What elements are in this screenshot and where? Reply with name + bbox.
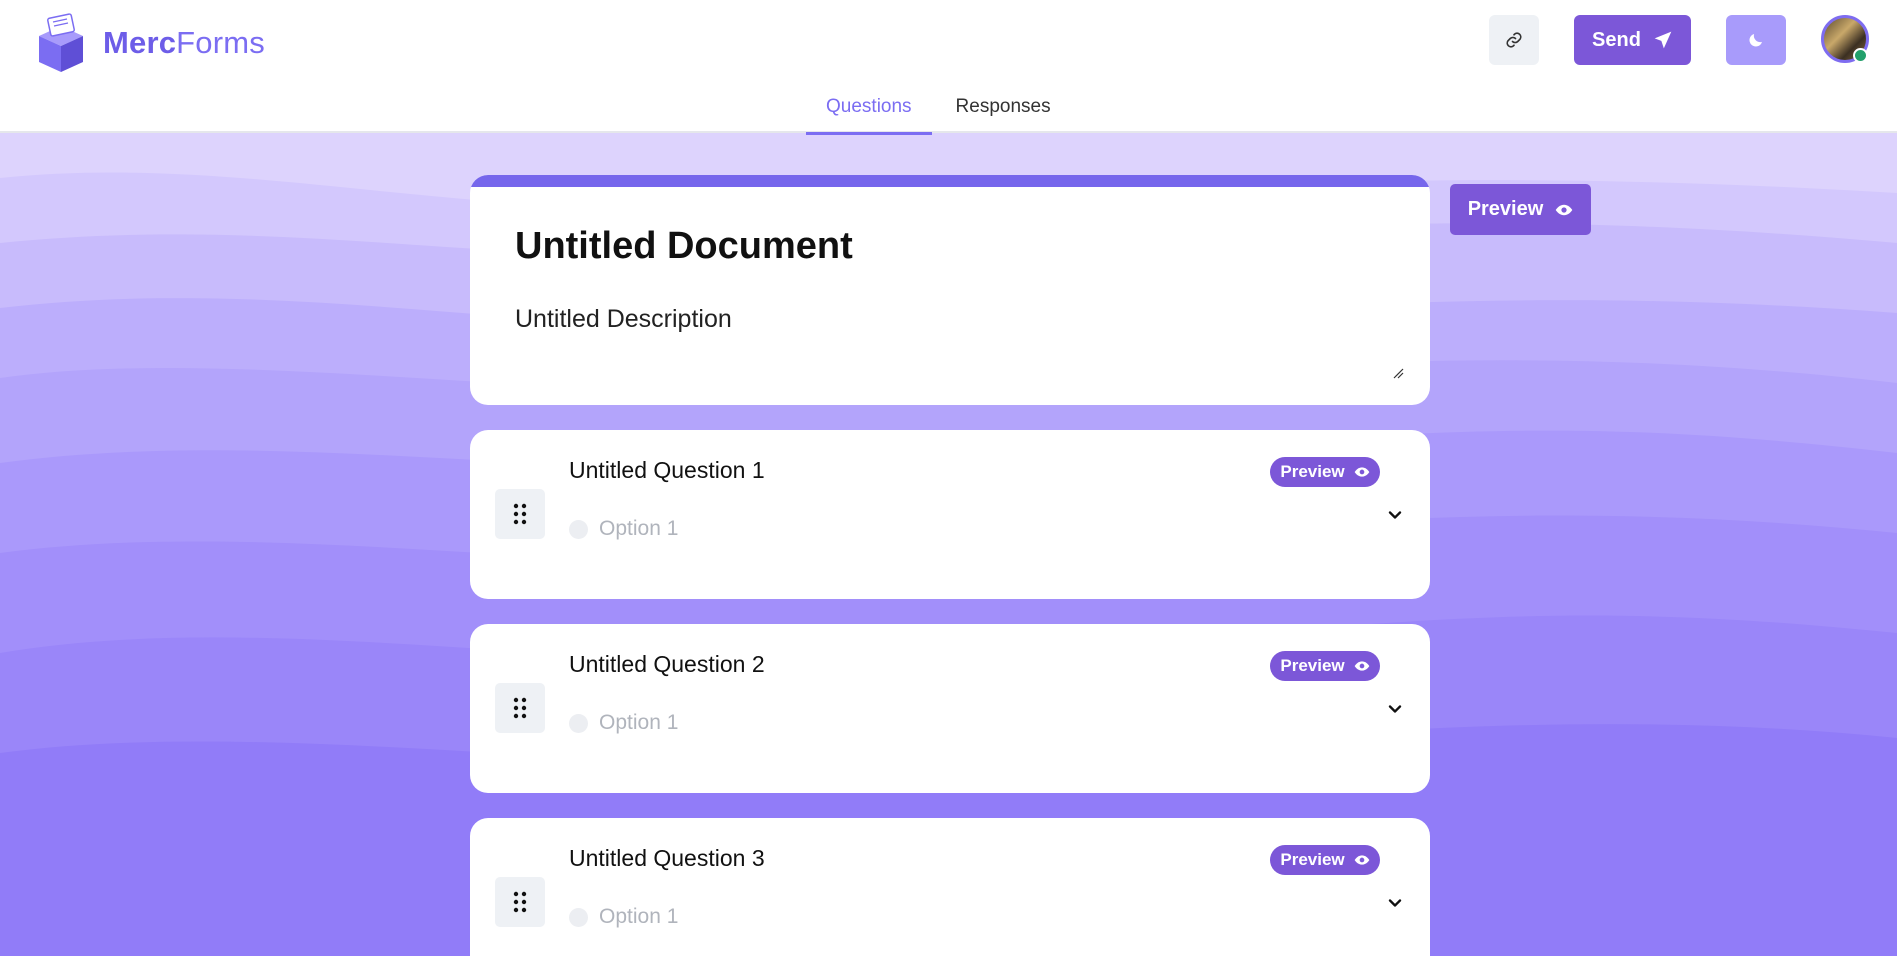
question-title[interactable]: Untitled Question 1 xyxy=(569,457,765,484)
eye-icon xyxy=(1354,467,1369,477)
brand-name: MercForms xyxy=(103,25,265,60)
preview-label: Preview xyxy=(1280,850,1345,869)
tab-responses[interactable]: Responses xyxy=(936,90,1071,135)
drag-handle[interactable] xyxy=(495,877,545,927)
question-option[interactable]: Option 1 xyxy=(569,905,678,929)
question-option[interactable]: Option 1 xyxy=(569,517,678,541)
drag-handle[interactable] xyxy=(495,489,545,539)
preview-button[interactable]: Preview xyxy=(1450,184,1591,235)
grip-dots-icon xyxy=(513,891,527,913)
question-title[interactable]: Untitled Question 2 xyxy=(569,651,765,678)
chevron-down-icon[interactable] xyxy=(1385,699,1405,719)
question-title[interactable]: Untitled Question 3 xyxy=(569,845,765,872)
chevron-down-icon[interactable] xyxy=(1385,893,1405,913)
drag-handle[interactable] xyxy=(495,683,545,733)
form-header-card: Untitled Document Untitled Description xyxy=(470,175,1430,405)
question-card[interactable]: Untitled Question 3 Option 1 Preview xyxy=(470,818,1430,956)
preview-label: Preview xyxy=(1467,198,1544,220)
tab-questions[interactable]: Questions xyxy=(806,90,932,135)
main-tabs: Questions Responses xyxy=(806,90,1071,135)
preview-label: Preview xyxy=(1280,462,1345,481)
option-label: Option 1 xyxy=(599,517,679,540)
send-label: Send xyxy=(1592,28,1641,51)
eye-icon xyxy=(1354,855,1369,865)
brand[interactable]: MercForms xyxy=(33,12,265,74)
preview-label: Preview xyxy=(1280,656,1345,675)
resize-handle-icon[interactable] xyxy=(1392,367,1404,379)
radio-button[interactable] xyxy=(569,907,588,927)
copy-link-button[interactable] xyxy=(1489,15,1539,65)
top-header: MercForms Send Questions Responses xyxy=(0,0,1897,135)
moon-icon xyxy=(1749,34,1762,47)
question-card[interactable]: Untitled Question 2 Option 1 Preview xyxy=(470,624,1430,793)
eye-icon xyxy=(1354,661,1369,671)
send-button[interactable]: Send xyxy=(1574,15,1691,65)
eye-icon xyxy=(1556,204,1573,215)
theme-toggle-button[interactable] xyxy=(1726,15,1786,65)
radio-button[interactable] xyxy=(569,713,588,733)
question-preview-button[interactable]: Preview xyxy=(1270,651,1380,681)
question-preview-button[interactable]: Preview xyxy=(1270,845,1380,875)
document-description-input[interactable]: Untitled Description xyxy=(515,305,732,334)
box-logo-icon xyxy=(39,13,83,72)
question-option[interactable]: Option 1 xyxy=(569,711,678,735)
question-card[interactable]: Untitled Question 1 Option 1 Preview xyxy=(470,430,1430,599)
grip-dots-icon xyxy=(513,503,527,525)
link-icon xyxy=(1506,32,1522,48)
radio-button[interactable] xyxy=(569,519,588,539)
grip-dots-icon xyxy=(513,697,527,719)
online-status-indicator xyxy=(1853,48,1868,63)
option-label: Option 1 xyxy=(599,711,679,734)
accent-bar xyxy=(470,175,1430,187)
option-label: Option 1 xyxy=(599,905,679,928)
question-preview-button[interactable]: Preview xyxy=(1270,457,1380,487)
chevron-down-icon[interactable] xyxy=(1385,505,1405,525)
document-title-input[interactable]: Untitled Document xyxy=(515,225,853,268)
paper-plane-icon xyxy=(1654,31,1672,49)
